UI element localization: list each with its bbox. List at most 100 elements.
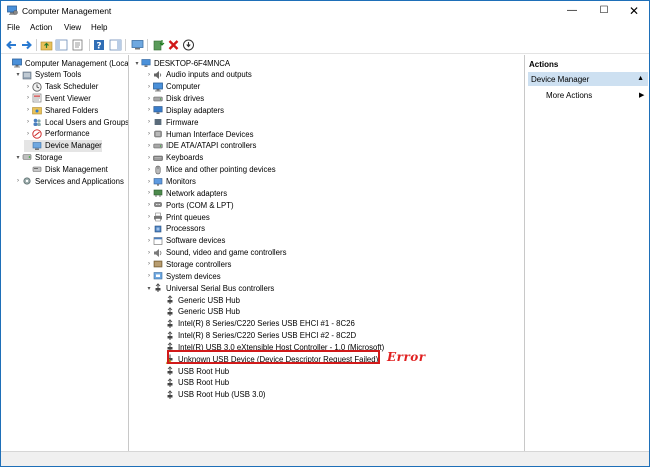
device-category[interactable]: › IDE ATA/ATAPI controllers <box>145 140 256 152</box>
tree-expander-icon[interactable]: › <box>145 96 153 102</box>
menu-view[interactable]: View <box>64 23 81 32</box>
tree-expander-icon[interactable]: ▾ <box>14 71 22 78</box>
device-category[interactable]: › Audio inputs and outputs <box>145 69 252 81</box>
system-tools-icon <box>22 70 32 80</box>
show-action-pane-icon[interactable] <box>109 39 122 51</box>
device-category[interactable]: › Ports (COM & LPT) <box>145 199 234 211</box>
tree-expander-icon[interactable]: › <box>24 119 32 125</box>
tree-expander-icon[interactable]: ▾ <box>145 285 153 292</box>
menu-file[interactable]: File <box>7 23 20 32</box>
tree-expander-icon[interactable]: › <box>145 131 153 137</box>
device-category[interactable]: › Disk drives <box>145 93 204 105</box>
console-tree-item[interactable]: Computer Management (Local <box>4 57 128 69</box>
usb-device-item[interactable]: Generic USB Hub <box>157 294 240 306</box>
collapse-caret-icon[interactable]: ▲ <box>637 75 644 82</box>
maximize-button[interactable]: ☐ <box>589 1 619 21</box>
console-tree-item[interactable]: › Task Scheduler <box>24 81 98 93</box>
device-category[interactable]: › System devices <box>145 270 221 282</box>
forward-arrow-icon[interactable] <box>20 39 33 51</box>
tree-expander-icon[interactable]: › <box>145 155 153 161</box>
device-category-expanded[interactable]: ▾ Universal Serial Bus controllers <box>145 282 274 294</box>
menu-action[interactable]: Action <box>30 23 52 32</box>
device-category[interactable]: › Network adapters <box>145 187 227 199</box>
up-folder-icon[interactable] <box>40 39 53 51</box>
device-category[interactable]: › Firmware <box>145 116 199 128</box>
console-tree-item-label: Event Viewer <box>45 93 91 103</box>
more-actions-item[interactable]: More Actions <box>546 91 592 100</box>
menu-help[interactable]: Help <box>91 23 107 32</box>
console-tree-item[interactable]: › Services and Applications <box>14 175 124 187</box>
storage-controller-icon <box>153 259 163 269</box>
minimize-button[interactable]: — <box>557 1 587 21</box>
device-tree-root[interactable]: ▾ DESKTOP-6F4MNCA <box>133 57 230 69</box>
tree-expander-icon[interactable]: › <box>145 190 153 196</box>
console-tree-item[interactable]: › Local Users and Groups <box>24 116 128 128</box>
tree-expander-icon[interactable]: › <box>145 250 153 256</box>
usb-device-icon <box>165 319 175 329</box>
device-category[interactable]: › Keyboards <box>145 152 203 164</box>
tree-expander-icon[interactable]: › <box>24 107 32 113</box>
tree-expander-icon[interactable]: › <box>145 143 153 149</box>
device-category[interactable]: › Sound, video and game controllers <box>145 247 287 259</box>
help-icon[interactable]: ? <box>93 39 106 52</box>
device-category[interactable]: › Mice and other pointing devices <box>145 164 276 176</box>
usb-device-item[interactable]: USB Root Hub <box>157 365 229 377</box>
console-tree-item[interactable]: ▾ System Tools <box>14 69 81 81</box>
usb-device-item[interactable]: Intel(R) 8 Series/C220 Series USB EHCI #… <box>157 318 355 330</box>
processor-icon <box>153 224 163 234</box>
usb-device-item[interactable]: Generic USB Hub <box>157 306 240 318</box>
console-tree-item[interactable]: › Performance <box>24 128 90 140</box>
monitor-scan-icon[interactable] <box>131 39 144 51</box>
menu-bar: File Action View Help <box>1 21 649 35</box>
tree-expander-icon[interactable]: › <box>145 238 153 244</box>
tree-expander-icon[interactable]: › <box>145 261 153 267</box>
display-adapter-icon <box>153 105 163 115</box>
usb-device-item[interactable]: USB Root Hub (USB 3.0) <box>157 389 266 401</box>
tree-expander-icon[interactable]: ▾ <box>14 154 22 161</box>
close-button[interactable]: ✕ <box>619 1 649 21</box>
show-hide-tree-icon[interactable] <box>55 39 68 51</box>
tree-expander-icon[interactable]: › <box>145 273 153 279</box>
disable-device-icon[interactable] <box>182 39 195 51</box>
monitor-icon <box>153 177 163 187</box>
tree-expander-icon[interactable]: › <box>24 131 32 137</box>
device-category[interactable]: › Display adapters <box>145 104 224 116</box>
device-category[interactable]: › Processors <box>145 223 205 235</box>
update-driver-icon[interactable] <box>152 39 165 51</box>
console-tree-item[interactable]: Device Manager <box>24 139 102 152</box>
properties-icon[interactable] <box>71 39 84 51</box>
tree-expander-icon[interactable]: › <box>24 84 32 90</box>
tree-expander-icon[interactable]: ▾ <box>133 60 141 67</box>
usb-device-item[interactable]: USB Root Hub <box>157 377 229 389</box>
device-category[interactable]: › Monitors <box>145 176 196 188</box>
tree-expander-icon[interactable]: › <box>145 179 153 185</box>
tree-expander-icon[interactable]: › <box>145 214 153 220</box>
usb-device-icon <box>165 366 175 376</box>
submenu-arrow-icon: ▶ <box>639 92 645 99</box>
tree-expander-icon[interactable]: › <box>145 167 153 173</box>
tree-expander-icon[interactable]: › <box>145 226 153 232</box>
device-category[interactable]: › Human Interface Devices <box>145 128 254 140</box>
device-category[interactable]: › Software devices <box>145 235 225 247</box>
device-category[interactable]: › Storage controllers <box>145 258 231 270</box>
toolbar-separator <box>36 39 37 51</box>
title-bar[interactable]: Computer Management — ☐ ✕ <box>1 1 649 21</box>
tree-expander-icon[interactable]: › <box>145 84 153 90</box>
device-category[interactable]: › Computer <box>145 81 200 93</box>
console-tree-item[interactable]: Disk Management <box>24 163 108 175</box>
uninstall-x-icon[interactable] <box>167 39 180 51</box>
tree-expander-icon[interactable]: › <box>145 202 153 208</box>
tree-expander-icon[interactable]: › <box>24 95 32 101</box>
actions-section-device-manager[interactable]: Device Manager ▲ <box>528 72 648 86</box>
console-tree-item[interactable]: ▾ Storage <box>14 151 62 163</box>
tree-expander-icon[interactable]: › <box>145 72 153 78</box>
tree-expander-icon[interactable]: › <box>145 119 153 125</box>
tree-expander-icon[interactable]: › <box>145 107 153 113</box>
console-tree-item[interactable]: › Shared Folders <box>24 104 98 116</box>
usb-device-item[interactable]: Intel(R) 8 Series/C220 Series USB EHCI #… <box>157 330 356 342</box>
back-arrow-icon[interactable] <box>5 39 18 51</box>
device-category[interactable]: › Print queues <box>145 211 210 223</box>
tree-expander-icon[interactable]: › <box>14 178 22 184</box>
device-tree-horizontal-scrollbar[interactable] <box>130 441 525 451</box>
console-tree-item[interactable]: › Event Viewer <box>24 92 91 104</box>
